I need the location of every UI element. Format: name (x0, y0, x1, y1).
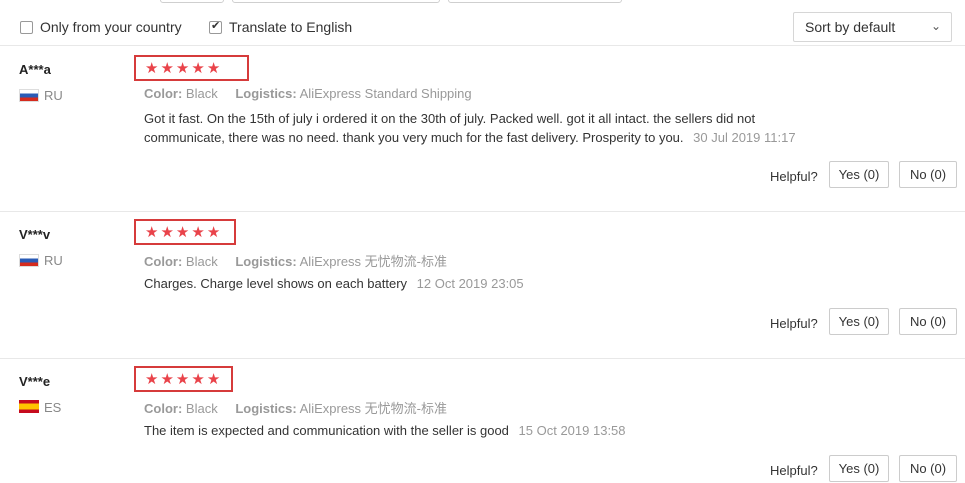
color-value: Black (185, 86, 218, 101)
color-value: Black (185, 401, 218, 416)
star-rating: ★ ★ ★ ★ ★ (134, 219, 236, 245)
helpful-label: Helpful? (770, 169, 818, 184)
review-meta: Color: Black Logistics: AliExpress 无忧物流-… (144, 398, 447, 417)
helpful-label: Helpful? (770, 463, 818, 478)
reviewer-country: RU (44, 253, 63, 268)
star-icon: ★ (145, 223, 159, 241)
star-rating: ★ ★ ★ ★ ★ (134, 55, 249, 81)
star-icon: ★ (191, 59, 205, 77)
star-icon: ★ (175, 223, 190, 241)
review-text-block: Got it fast. On the 15th of july i order… (144, 109, 834, 147)
review-date: 30 Jul 2019 11:17 (693, 130, 796, 145)
logistics-value: AliExpress Standard Shipping (299, 86, 472, 101)
helpful-no-button[interactable]: No (0) (899, 455, 957, 482)
flag-ru-icon (19, 254, 39, 267)
review-item: V***v RU ★ ★ ★ ★ ★ Color: Black Logistic… (0, 212, 965, 358)
review-text-block: Charges. Charge level shows on each batt… (144, 274, 834, 293)
reviewer-name: V***v (19, 227, 51, 242)
top-control-stub[interactable] (232, 0, 440, 3)
reviewer-country: ES (44, 400, 62, 415)
review-date: 12 Oct 2019 23:05 (416, 276, 524, 291)
review-item: A***a RU ★ ★ ★ ★ ★ Color: Black Logistic… (0, 46, 965, 211)
translate-checkbox[interactable] (209, 19, 222, 34)
star-icon: ★ (160, 370, 174, 388)
review-meta: Color: Black Logistics: AliExpress 无忧物流-… (144, 251, 447, 270)
helpful-yes-button[interactable]: Yes (0) (829, 308, 889, 335)
star-icon: ★ (191, 370, 205, 388)
helpful-no-button[interactable]: No (0) (899, 308, 957, 335)
chevron-down-icon: ⌄ (930, 19, 941, 33)
logistics-label: Logistics: (235, 254, 297, 269)
review-text: Got it fast. On the 15th of july i order… (144, 111, 756, 145)
review-item: V***e ES ★ ★ ★ ★ ★ Color: Black Logistic… (0, 359, 965, 483)
sort-select[interactable]: Sort by default ⌄ (793, 12, 952, 42)
helpful-yes-button[interactable]: Yes (0) (829, 161, 889, 188)
top-control-stub[interactable] (448, 0, 622, 3)
review-text: The item is expected and communication w… (144, 423, 509, 438)
only-country-filter[interactable]: Only from your country (20, 19, 182, 35)
star-icon: ★ (206, 370, 221, 388)
star-icon: ★ (160, 223, 174, 241)
review-meta: Color: Black Logistics: AliExpress Stand… (144, 86, 472, 101)
reviewer-name: V***e (19, 374, 51, 389)
star-icon: ★ (191, 223, 205, 241)
only-country-checkbox[interactable] (20, 20, 33, 34)
flag-ru-icon (19, 89, 39, 102)
review-date: 15 Oct 2019 13:58 (518, 423, 626, 438)
helpful-no-button[interactable]: No (0) (899, 161, 957, 188)
logistics-label: Logistics: (235, 86, 297, 101)
color-label: Color: (144, 254, 183, 269)
only-country-label: Only from your country (40, 19, 182, 35)
reviewer-country: RU (44, 88, 63, 103)
star-icon: ★ (206, 223, 221, 241)
star-rating: ★ ★ ★ ★ ★ (134, 366, 233, 392)
review-text-block: The item is expected and communication w… (144, 421, 834, 440)
star-icon: ★ (175, 370, 190, 388)
flag-es-icon (19, 400, 39, 413)
star-icon: ★ (145, 370, 159, 388)
star-icon: ★ (175, 59, 190, 77)
star-icon: ★ (206, 59, 221, 77)
star-icon: ★ (145, 59, 159, 77)
logistics-value: AliExpress 无忧物流-标准 (299, 254, 447, 269)
reviewer-name: A***a (19, 62, 51, 77)
filter-bar: Only from your country Translate to Engl… (0, 9, 965, 45)
helpful-label: Helpful? (770, 316, 818, 331)
color-label: Color: (144, 86, 183, 101)
color-value: Black (185, 254, 218, 269)
sort-value: Sort by default (805, 19, 896, 35)
translate-label: Translate to English (229, 19, 353, 35)
logistics-value: AliExpress 无忧物流-标准 (299, 401, 447, 416)
color-label: Color: (144, 401, 183, 416)
top-control-stub[interactable] (160, 0, 224, 3)
helpful-yes-button[interactable]: Yes (0) (829, 455, 889, 482)
logistics-label: Logistics: (235, 401, 297, 416)
star-icon: ★ (160, 59, 174, 77)
translate-filter[interactable]: Translate to English (209, 19, 352, 35)
review-text: Charges. Charge level shows on each batt… (144, 276, 408, 291)
